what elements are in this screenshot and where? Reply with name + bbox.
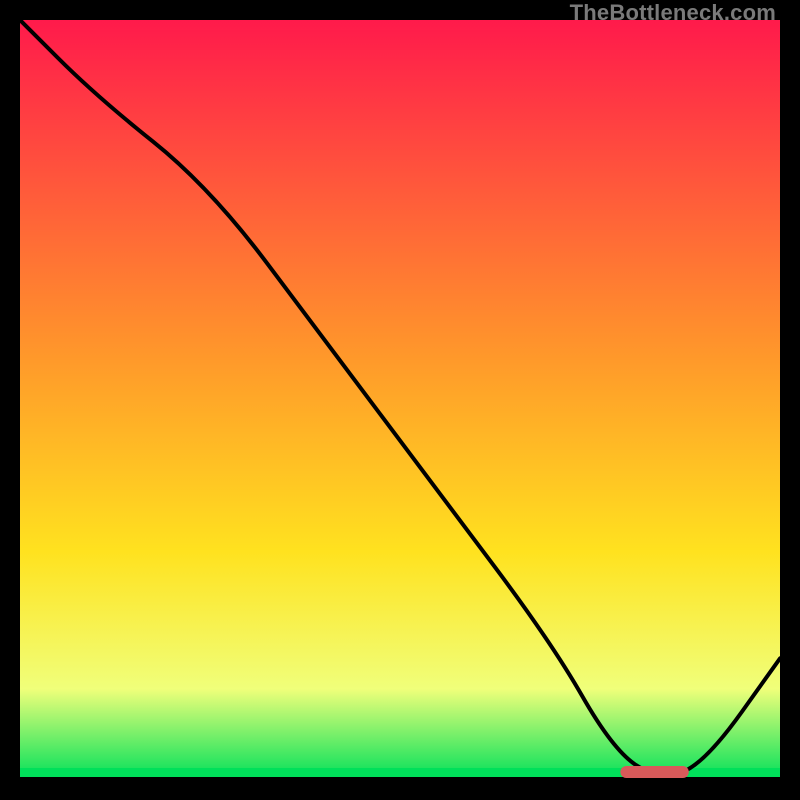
watermark-text: TheBottleneck.com xyxy=(570,0,776,26)
bottleneck-chart xyxy=(20,20,780,780)
optimal-range-marker xyxy=(620,766,688,778)
chart-frame xyxy=(20,20,780,780)
gradient-background xyxy=(20,20,780,780)
